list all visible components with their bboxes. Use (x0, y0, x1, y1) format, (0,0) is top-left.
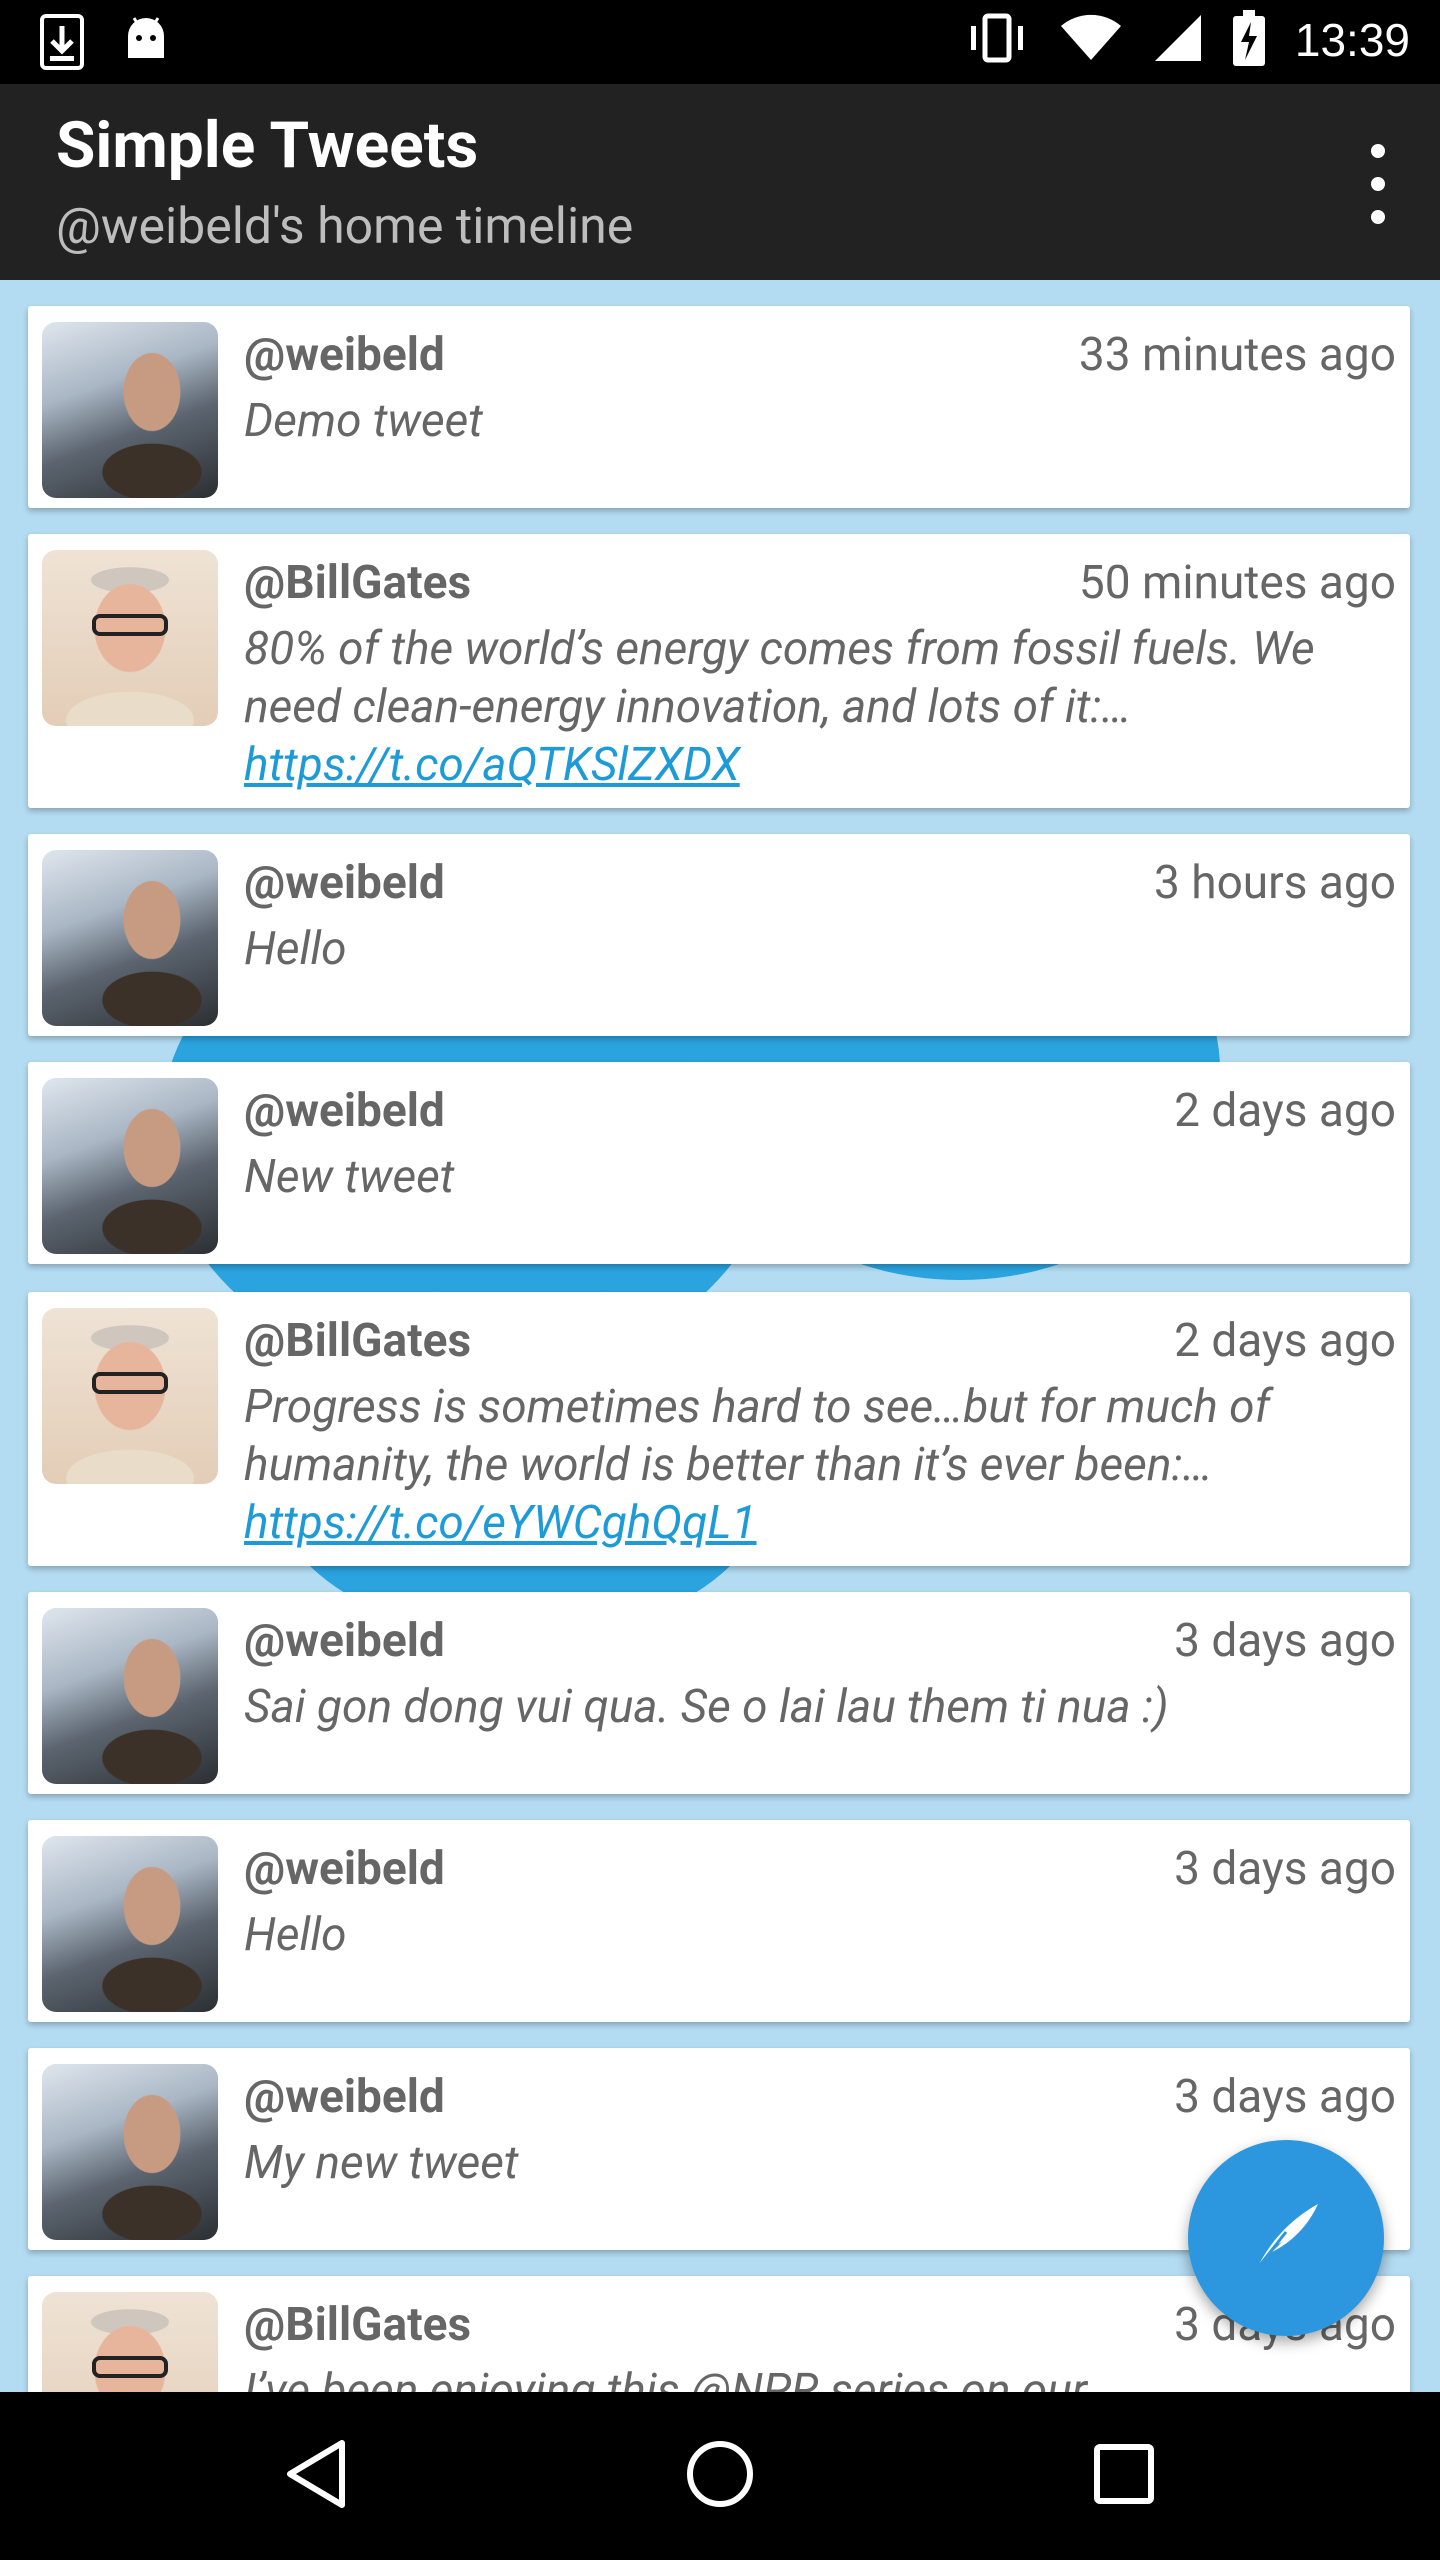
tweet-username[interactable]: @weibeld (244, 328, 445, 382)
tweet-card[interactable]: @weibeld 2 days ago New tweet (28, 1062, 1410, 1264)
app-subtitle: @weibeld's home timeline (56, 198, 634, 256)
tweet-card[interactable]: @weibeld 3 hours ago Hello (28, 834, 1410, 1036)
avatar[interactable] (42, 550, 218, 726)
avatar[interactable] (42, 1308, 218, 1484)
compose-feather-icon (1246, 2196, 1326, 2280)
tweet-timestamp: 3 days ago (1174, 2070, 1396, 2124)
avatar[interactable] (42, 1078, 218, 1254)
overflow-menu-icon[interactable] (1356, 144, 1400, 224)
tweet-card[interactable]: @weibeld 3 days ago Hello (28, 1820, 1410, 2022)
back-icon (284, 2439, 348, 2513)
tweet-text: Progress is sometimes hard to see…but fo… (244, 1378, 1396, 1552)
tweet-timestamp: 50 minutes ago (1078, 556, 1396, 610)
tweet-body: 80% of the world’s energy comes from fos… (244, 622, 1315, 734)
download-icon (40, 14, 84, 74)
navigation-bar (0, 2392, 1440, 2560)
tweet-username[interactable]: @weibeld (244, 2070, 445, 2124)
avatar[interactable] (42, 2292, 218, 2392)
app-title: Simple Tweets (56, 108, 479, 183)
tweet-body: I’ve been enjoying this @NPR series on o… (244, 2364, 1088, 2392)
app-bar: Simple Tweets @weibeld's home timeline (0, 84, 1440, 280)
tweet-card[interactable]: @weibeld 3 days ago Sai gon dong vui qua… (28, 1592, 1410, 1794)
avatar[interactable] (42, 1608, 218, 1784)
tweet-text: Hello (244, 920, 1396, 978)
tweet-card[interactable]: @BillGates 2 days ago Progress is someti… (28, 1292, 1410, 1566)
tweet-text: Demo tweet (244, 392, 1396, 450)
tweet-card[interactable]: @BillGates 3 days ago I’ve been enjoying… (28, 2276, 1410, 2392)
vibrate-icon (965, 12, 1029, 68)
tweet-body: Hello (244, 922, 347, 976)
avatar[interactable] (42, 322, 218, 498)
tweet-username[interactable]: @BillGates (244, 556, 471, 610)
avatar[interactable] (42, 1836, 218, 2012)
status-time: 13:39 (1294, 14, 1410, 66)
tweet-timestamp: 3 hours ago (1153, 856, 1396, 910)
tweet-link[interactable]: https://t.co/eYWCghQqL1 (244, 1496, 757, 1550)
compose-tweet-button[interactable] (1188, 2140, 1384, 2336)
recents-icon (1093, 2443, 1155, 2509)
back-button[interactable] (216, 2392, 416, 2560)
cell-signal-icon (1153, 13, 1203, 67)
tweet-username[interactable]: @weibeld (244, 1084, 445, 1138)
tweet-timestamp: 33 minutes ago (1078, 328, 1396, 382)
tweet-text: 80% of the world’s energy comes from fos… (244, 620, 1396, 794)
tweet-body: My new tweet (244, 2136, 519, 2190)
tweet-text: Hello (244, 1906, 1396, 1964)
tweet-text: I’ve been enjoying this @NPR series on o… (244, 2362, 1396, 2392)
tweet-link[interactable]: https://t.co/aQTKSlZXDX (244, 738, 740, 792)
tweet-timestamp: 2 days ago (1174, 1084, 1396, 1138)
tweet-body: Hello (244, 1908, 347, 1962)
tweet-text: New tweet (244, 1148, 1396, 1206)
tweet-body: Demo tweet (244, 394, 483, 448)
tweet-timestamp: 3 days ago (1174, 1842, 1396, 1896)
tweet-timestamp: 3 days ago (1174, 1614, 1396, 1668)
tweet-username[interactable]: @weibeld (244, 1614, 445, 1668)
tweet-text: Sai gon dong vui qua. Se o lai lau them … (244, 1678, 1396, 1736)
avatar[interactable] (42, 2064, 218, 2240)
tweet-body: New tweet (244, 1150, 455, 1204)
battery-charging-icon (1232, 10, 1265, 70)
recents-button[interactable] (1024, 2392, 1224, 2560)
tweet-body: Progress is sometimes hard to see…but fo… (244, 1380, 1271, 1492)
avatar[interactable] (42, 850, 218, 1026)
tweet-body: Sai gon dong vui qua. Se o lai lau them … (244, 1680, 1169, 1734)
home-button[interactable] (620, 2392, 820, 2560)
tweet-timestamp: 2 days ago (1174, 1314, 1396, 1368)
tweet-username[interactable]: @BillGates (244, 1314, 471, 1368)
tweet-username[interactable]: @weibeld (244, 856, 445, 910)
tweet-timeline[interactable]: @weibeld 33 minutes ago Demo tweet @Bill… (0, 280, 1440, 2392)
tweet-username[interactable]: @BillGates (244, 2298, 471, 2352)
android-icon (124, 14, 168, 74)
tweet-card[interactable]: @BillGates 50 minutes ago 80% of the wor… (28, 534, 1410, 808)
status-bar: 13:39 (0, 0, 1440, 84)
tweet-username[interactable]: @weibeld (244, 1842, 445, 1896)
home-icon (685, 2439, 755, 2513)
tweet-card[interactable]: @weibeld 33 minutes ago Demo tweet (28, 306, 1410, 508)
wifi-icon (1059, 14, 1123, 66)
